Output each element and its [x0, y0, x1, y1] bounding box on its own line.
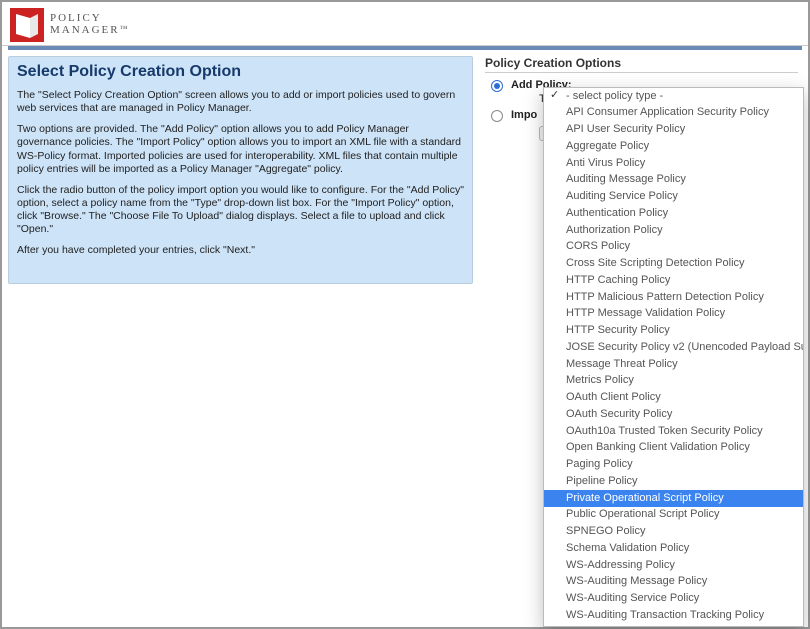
brand-line2: MANAGER — [50, 25, 127, 37]
header-divider — [8, 46, 802, 50]
logo-icon — [10, 8, 44, 42]
dropdown-placeholder[interactable]: - select policy type - — [544, 88, 803, 105]
dropdown-item[interactable]: Auditing Message Policy — [544, 172, 803, 189]
dropdown-item[interactable]: Authorization Policy — [544, 222, 803, 239]
dropdown-item[interactable]: Authentication Policy — [544, 205, 803, 222]
dropdown-item[interactable]: HTTP Security Policy — [544, 323, 803, 340]
dropdown-item[interactable]: HTTP Caching Policy — [544, 272, 803, 289]
dropdown-item[interactable]: CORS Policy — [544, 239, 803, 256]
dropdown-item[interactable]: Public Operational Script Policy — [544, 507, 803, 524]
help-paragraph: After you have completed your entries, c… — [17, 244, 464, 257]
dropdown-item[interactable]: API User Security Policy — [544, 122, 803, 139]
options-heading: Policy Creation Options — [485, 56, 798, 73]
dropdown-item[interactable]: OAuth Client Policy — [544, 390, 803, 407]
dropdown-item[interactable]: SPNEGO Policy — [544, 524, 803, 541]
dropdown-item[interactable]: WS-Malicious Pattern Detection Policy — [544, 624, 803, 627]
dropdown-item[interactable]: Private Operational Script Policy — [544, 490, 803, 507]
dropdown-item[interactable]: Paging Policy — [544, 457, 803, 474]
dropdown-item[interactable]: API Consumer Application Security Policy — [544, 105, 803, 122]
help-panel: Select Policy Creation Option The "Selec… — [8, 56, 473, 284]
app-header: POLICY MANAGER — [2, 2, 808, 46]
help-paragraph: The "Select Policy Creation Option" scre… — [17, 89, 464, 115]
import-policy-radio[interactable] — [491, 110, 503, 122]
dropdown-item[interactable]: Aggregate Policy — [544, 138, 803, 155]
logo-text: POLICY MANAGER — [50, 13, 127, 36]
page-title: Select Policy Creation Option — [17, 63, 464, 81]
policy-type-dropdown[interactable]: - select policy type -API Consumer Appli… — [543, 87, 804, 627]
dropdown-item[interactable]: Open Banking Client Validation Policy — [544, 440, 803, 457]
dropdown-item[interactable]: Metrics Policy — [544, 373, 803, 390]
dropdown-item[interactable]: HTTP Message Validation Policy — [544, 306, 803, 323]
dropdown-item[interactable]: Cross Site Scripting Detection Policy — [544, 256, 803, 273]
dropdown-item[interactable]: Anti Virus Policy — [544, 155, 803, 172]
dropdown-item[interactable]: WS-Auditing Message Policy — [544, 574, 803, 591]
dropdown-item[interactable]: WS-Auditing Transaction Tracking Policy — [544, 607, 803, 624]
dropdown-item[interactable]: WS-Addressing Policy — [544, 557, 803, 574]
help-paragraph: Click the radio button of the policy imp… — [17, 184, 464, 237]
dropdown-item[interactable]: OAuth10a Trusted Token Security Policy — [544, 423, 803, 440]
add-policy-radio[interactable] — [491, 80, 503, 92]
dropdown-item[interactable]: Auditing Service Policy — [544, 189, 803, 206]
dropdown-item[interactable]: Schema Validation Policy — [544, 540, 803, 557]
dropdown-item[interactable]: JOSE Security Policy v2 (Unencoded Paylo… — [544, 339, 803, 356]
dropdown-item[interactable]: HTTP Malicious Pattern Detection Policy — [544, 289, 803, 306]
dropdown-item[interactable]: OAuth Security Policy — [544, 406, 803, 423]
help-paragraph: Two options are provided. The "Add Polic… — [17, 123, 464, 176]
dropdown-item[interactable]: Pipeline Policy — [544, 473, 803, 490]
dropdown-item[interactable]: Message Threat Policy — [544, 356, 803, 373]
dropdown-item[interactable]: WS-Auditing Service Policy — [544, 591, 803, 608]
